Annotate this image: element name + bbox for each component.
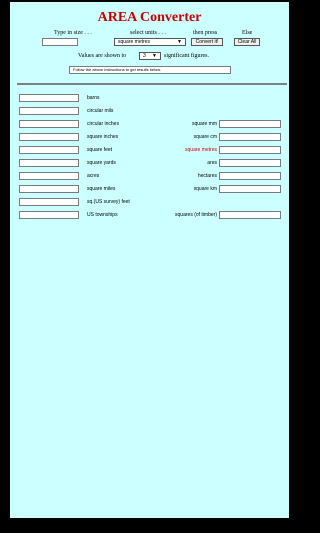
square-cm-field[interactable] — [219, 133, 281, 141]
sigfig-value: 3 — [143, 53, 146, 59]
squares-of-timber-field[interactable] — [219, 211, 281, 219]
chevron-down-icon: ▼ — [152, 53, 157, 59]
square-inches-label: square inches — [87, 134, 119, 140]
converter-panel: AREA Converter Type in size . . . select… — [10, 2, 289, 518]
square-feet-label: square feet — [87, 147, 113, 153]
units-select-value: square metres — [118, 39, 150, 45]
barns-field[interactable] — [19, 94, 79, 102]
square-feet-field[interactable] — [19, 146, 79, 154]
square-km-label: square km — [193, 186, 217, 192]
sigfig-select[interactable]: 3 ▼ — [139, 52, 161, 60]
units-label: select units . . . — [130, 30, 166, 36]
clear-all-button[interactable]: Clear All — [234, 38, 260, 46]
us-townships-label: US townships — [87, 212, 118, 218]
circular-inches-field[interactable] — [19, 120, 79, 128]
sq-us-survey-feet-field[interactable] — [19, 198, 79, 206]
us-townships-field[interactable] — [19, 211, 79, 219]
size-label: Type in size . . . — [54, 30, 92, 36]
sigfig-suffix: significant figures. — [164, 53, 209, 59]
squares-of-timber-label: squares (of timber) — [175, 212, 217, 218]
size-input[interactable] — [42, 38, 78, 46]
acres-field[interactable] — [19, 172, 79, 180]
square-inches-field[interactable] — [19, 133, 79, 141]
sigfig-prefix: Values are shown to — [78, 53, 127, 59]
instructions-box: Follow the above instructions to get res… — [69, 66, 231, 74]
square-miles-label: square miles — [87, 186, 116, 192]
sq-us-survey-feet-label: sq.(US survey) feet — [87, 199, 130, 205]
convert-button[interactable]: Convert it! — [191, 38, 223, 46]
ares-field[interactable] — [219, 159, 281, 167]
units-select[interactable]: square metres ▼ — [114, 38, 186, 46]
square-mm-label: square mm — [191, 121, 217, 127]
press-label: then press — [193, 30, 218, 36]
acres-label: acres — [87, 173, 100, 179]
circular-mils-label: circular mils — [87, 108, 114, 114]
square-cm-label: square cm — [193, 134, 217, 140]
ares-label: ares — [207, 160, 217, 166]
square-km-field[interactable] — [219, 185, 281, 193]
divider — [17, 83, 287, 85]
circular-inches-label: circular inches — [87, 121, 119, 127]
hectares-label: hectares — [197, 173, 217, 179]
page-title: AREA Converter — [97, 10, 202, 25]
square-yards-field[interactable] — [19, 159, 79, 167]
square-miles-field[interactable] — [19, 185, 79, 193]
barns-label: barns — [87, 95, 100, 101]
circular-mils-field[interactable] — [19, 107, 79, 115]
hectares-field[interactable] — [219, 172, 281, 180]
square-metres-label: square metres — [185, 147, 217, 153]
chevron-down-icon: ▼ — [177, 39, 182, 45]
square-mm-field[interactable] — [219, 120, 281, 128]
square-yards-label: square yards — [87, 160, 116, 166]
square-metres-field[interactable] — [219, 146, 281, 154]
else-label: Else — [242, 30, 253, 36]
